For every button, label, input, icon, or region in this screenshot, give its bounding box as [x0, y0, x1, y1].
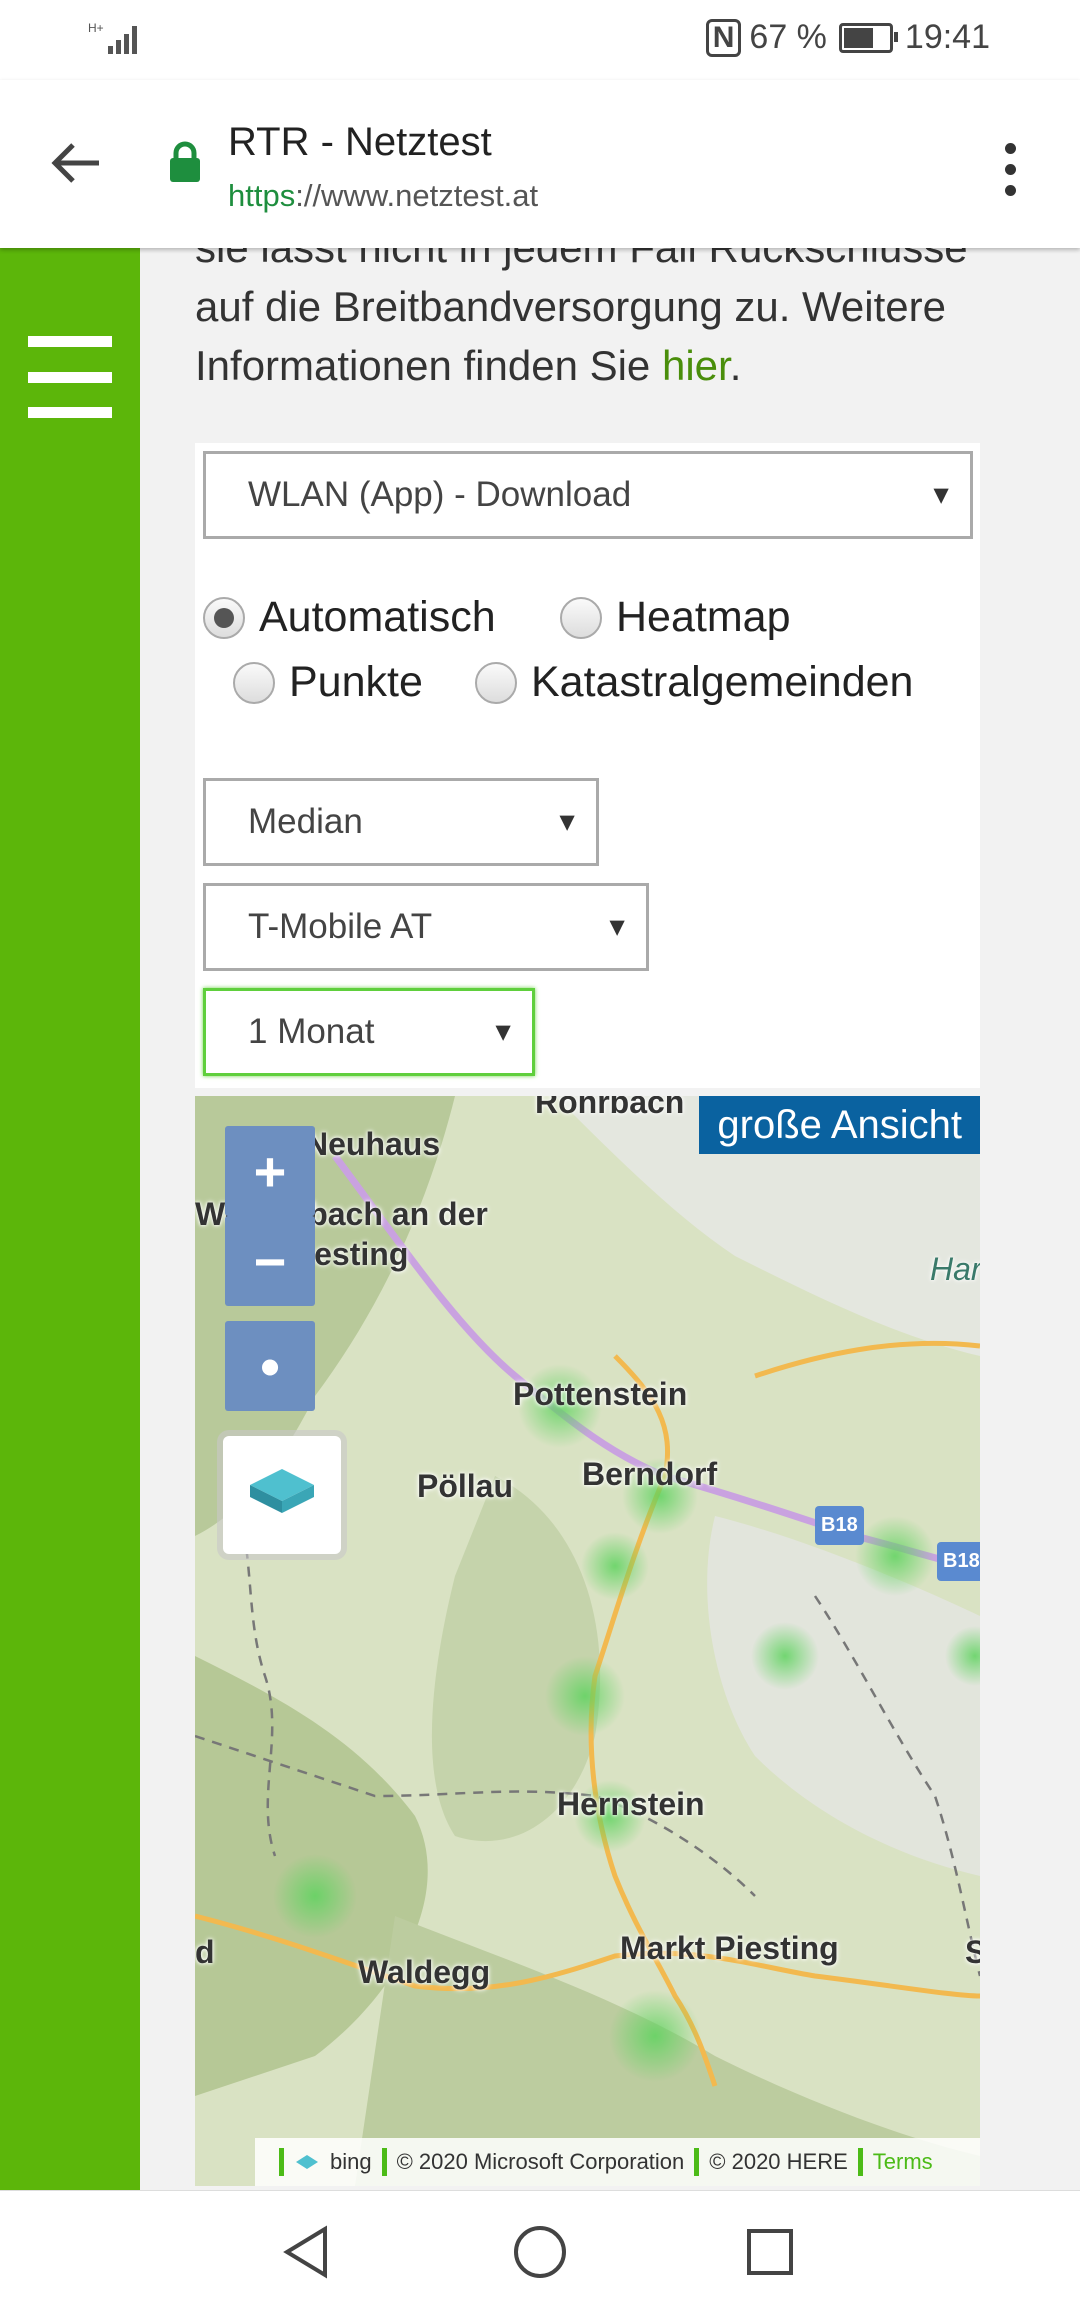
filter-panel: WLAN (App) - Download ▼ Automatisch Heat… — [195, 443, 980, 1088]
road-shield: B18 — [815, 1506, 864, 1545]
map-label: Rohrbach — [535, 1096, 685, 1120]
here-copyright: © 2020 HERE — [709, 2149, 848, 2174]
operator-select[interactable]: T-Mobile AT ▼ — [203, 883, 649, 971]
page-title: RTR - Netztest — [228, 120, 492, 164]
period-select[interactable]: 1 Monat ▼ — [203, 988, 535, 1076]
layers-icon — [250, 1469, 314, 1513]
separator — [694, 2148, 700, 2176]
dropdown-arrow-icon: ▼ — [554, 806, 580, 837]
road-shield: B18 — [937, 1542, 980, 1581]
radio-unchecked-icon — [233, 661, 275, 704]
signal-icon: H+ — [88, 20, 148, 61]
radio-katastralgemeinden[interactable]: Katastralgemeinden — [475, 658, 913, 707]
dropdown-arrow-icon: ▼ — [604, 911, 630, 942]
info-link[interactable]: hier — [662, 342, 730, 389]
nfc-icon: N — [705, 18, 742, 57]
microsoft-copyright: © 2020 Microsoft Corporation — [396, 2149, 685, 2174]
square-recents-icon — [747, 2229, 793, 2275]
status-right: N 67 % 19:41 — [705, 18, 990, 57]
hamburger-menu-icon[interactable] — [28, 336, 112, 418]
url-host: ://www.netztest.at — [295, 178, 539, 213]
select-value: 1 Monat — [248, 1012, 375, 1051]
dropdown-arrow-icon: ▼ — [490, 1016, 516, 1047]
select-value: Median — [248, 802, 363, 841]
map-label: Neuhaus — [305, 1126, 441, 1162]
intro-line: auf die Breitbandversorgung zu. Weitere — [195, 283, 946, 330]
nav-home-button[interactable] — [509, 2221, 571, 2283]
arrow-left-icon — [51, 143, 99, 183]
map-label: Pottenstein — [513, 1376, 688, 1412]
nav-recents-button[interactable] — [739, 2221, 801, 2283]
dropdown-arrow-icon: ▼ — [928, 479, 954, 510]
battery-icon — [838, 22, 898, 53]
map-label: Har — [930, 1251, 980, 1287]
map-label: d — [195, 1934, 215, 1970]
svg-text:H+: H+ — [88, 21, 104, 35]
intro-line: Informationen finden Sie hier. — [195, 342, 742, 389]
status-bar: H+ N 67 % 19:41 — [0, 0, 1080, 80]
zoom-out-button[interactable]: − — [225, 1216, 315, 1306]
statistic-select[interactable]: Median ▼ — [203, 778, 599, 866]
nav-back-button[interactable] — [275, 2221, 337, 2283]
measurement-type-select[interactable]: WLAN (App) - Download ▼ — [203, 451, 973, 539]
page-url[interactable]: https://www.netztest.at — [228, 178, 538, 214]
intro-line: sie lässt nicht in jedem Fall Rückschlüs… — [195, 248, 1055, 277]
radio-punkte[interactable]: Punkte — [233, 658, 423, 707]
zoom-in-button[interactable]: + — [225, 1126, 315, 1216]
system-nav-bar — [0, 2190, 1080, 2313]
overflow-menu-button[interactable] — [980, 134, 1040, 204]
layers-button[interactable] — [223, 1436, 341, 1554]
clock: 19:41 — [904, 18, 990, 56]
large-view-button[interactable]: große Ansicht — [699, 1096, 980, 1154]
bing-logo-icon — [296, 2155, 318, 2169]
menu-dot-icon — [1004, 184, 1016, 196]
map-label: S — [965, 1934, 980, 1970]
separator — [381, 2148, 387, 2176]
map-attribution: bing © 2020 Microsoft Corporation © 2020… — [255, 2138, 980, 2186]
radio-unchecked-icon — [560, 596, 602, 639]
side-nav — [0, 248, 140, 2190]
select-value: WLAN (App) - Download — [248, 475, 632, 514]
web-content: sie lässt nicht in jedem Fall Rückschlüs… — [0, 248, 1080, 2190]
back-button[interactable] — [40, 128, 110, 198]
radio-heatmap[interactable]: Heatmap — [560, 593, 790, 642]
separator — [279, 2148, 284, 2176]
map-label: Berndorf — [582, 1456, 718, 1492]
map-label: Pöllau — [417, 1468, 514, 1504]
terms-link[interactable]: Terms — [873, 2149, 933, 2175]
browser-toolbar: RTR - Netztest https://www.netztest.at — [0, 80, 1080, 248]
battery-percent: 67 % — [749, 18, 827, 56]
map-label: Hernstein — [557, 1786, 705, 1822]
radio-automatisch[interactable]: Automatisch — [203, 593, 496, 642]
map-label: Waldegg — [358, 1954, 491, 1990]
menu-dot-icon — [1004, 142, 1016, 154]
intro-text: sie lässt nicht in jedem Fall Rückschlüs… — [195, 248, 1055, 395]
radio-unchecked-icon — [475, 661, 517, 704]
map-label: Markt Piesting — [620, 1930, 839, 1966]
menu-dot-icon — [1004, 163, 1016, 175]
bing-label: bing — [330, 2149, 372, 2174]
radio-checked-icon — [203, 596, 245, 639]
triangle-back-icon — [283, 2225, 327, 2279]
locate-button[interactable]: • — [225, 1321, 315, 1411]
coverage-map[interactable]: Rohrbach Neuhaus Weißenbach an der Tries… — [195, 1096, 980, 2186]
select-value: T-Mobile AT — [248, 907, 433, 946]
lock-icon — [168, 140, 202, 189]
separator — [857, 2148, 863, 2176]
circle-home-icon — [514, 2226, 566, 2278]
url-scheme: https — [228, 178, 296, 213]
